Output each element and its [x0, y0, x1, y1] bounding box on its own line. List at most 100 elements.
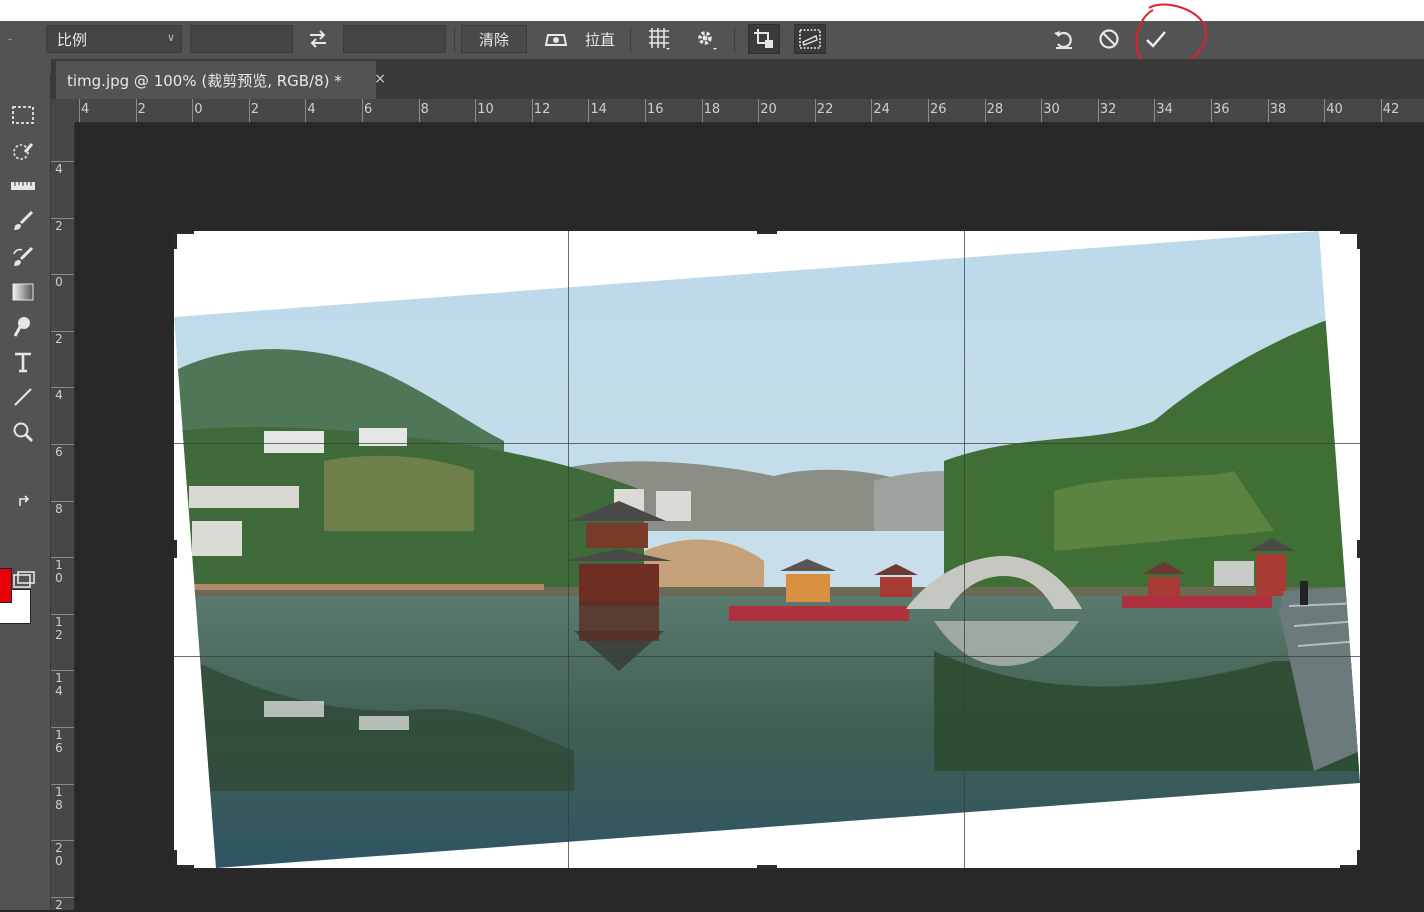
grid-overlay-icon[interactable] — [643, 25, 675, 53]
document-tab[interactable]: timg.jpg @ 100% (裁剪预览, RGB/8) * × — [56, 61, 386, 99]
ruler-tick — [475, 99, 477, 122]
crop-handle-bottom[interactable] — [757, 865, 777, 868]
ruler-tick — [51, 274, 74, 276]
ruler-tick-label: 18 — [703, 102, 721, 117]
ruler-tick — [984, 99, 986, 122]
screen-mode-icon[interactable] — [4, 565, 42, 595]
cancel-icon[interactable] — [1094, 25, 1124, 53]
tool-preset-picker[interactable]: - — [0, 25, 20, 53]
ruler-tick-label: 34 — [1156, 102, 1173, 117]
ruler-tick — [51, 161, 74, 162]
content-aware-icon[interactable] — [794, 24, 826, 54]
delete-cropped-icon[interactable] — [748, 24, 780, 54]
width-field[interactable] — [190, 25, 293, 53]
ruler-tick — [51, 330, 74, 332]
ruler-tick-label: 0 — [55, 275, 63, 290]
gradient-tool-icon[interactable] — [4, 277, 42, 307]
clear-button-label: 清除 — [478, 30, 509, 49]
document-tab-title: timg.jpg @ 100% (裁剪预览, RGB/8) * — [67, 71, 342, 90]
ruler-tick — [701, 99, 703, 122]
ruler-tick — [1041, 99, 1043, 122]
ruler-tick — [362, 99, 363, 122]
ruler-tick-label: 10 — [477, 102, 494, 117]
ruler-tick — [51, 444, 74, 445]
crop-grid-line — [964, 231, 965, 868]
ruler-origin[interactable] — [51, 99, 75, 123]
swap-icon[interactable] — [303, 25, 333, 53]
ruler-tick — [814, 99, 816, 122]
crop-handle-bottom-left[interactable] — [174, 865, 194, 868]
ruler-tick — [1154, 99, 1156, 122]
crop-grid-line — [174, 443, 1360, 444]
crop-preview[interactable] — [174, 231, 1360, 868]
vertical-ruler[interactable]: 4 2 0 2 4 6 8 10 12 14 16 18 20 2 — [51, 123, 75, 911]
ruler-tick-label: 4 — [55, 162, 63, 176]
ruler-tick — [1211, 99, 1212, 122]
ruler-tick — [51, 217, 74, 219]
clear-button[interactable]: 清除 — [461, 25, 527, 53]
chevron-down-icon: ∨ — [166, 31, 175, 44]
crop-handle-bottom-right[interactable] — [1357, 850, 1360, 868]
crop-handle-bottom-left[interactable] — [174, 850, 177, 868]
ruler-tick-label: 30 — [1043, 102, 1060, 117]
marquee-tool-icon[interactable] — [4, 100, 42, 130]
ruler-tick — [51, 500, 74, 502]
separator — [630, 27, 631, 53]
options-bar: - 比例 ∨ 清除 拉直 — [0, 21, 1424, 60]
ruler-tick-label: 20 — [55, 841, 63, 869]
crop-handle-top[interactable] — [757, 231, 777, 234]
ruler-tick-label: 0 — [194, 102, 203, 117]
ruler-tick-label: 2 — [250, 102, 260, 117]
ruler-tick — [51, 840, 74, 842]
ruler-tick — [51, 896, 74, 898]
dodge-tool-icon[interactable] — [4, 312, 42, 342]
ruler-tick — [135, 99, 137, 122]
settings-gear-icon[interactable] — [690, 25, 722, 53]
ruler-tick — [51, 387, 74, 389]
brush-tool-icon[interactable] — [4, 206, 42, 236]
window-top-strip — [0, 0, 1424, 21]
ruler-tick — [1324, 99, 1326, 122]
ruler-tick-label: 16 — [647, 102, 664, 117]
type-tool-icon[interactable] — [4, 347, 42, 377]
ruler-tick-label: 14 — [55, 671, 63, 699]
ruler-tick — [645, 99, 646, 122]
ruler-tick-label: 8 — [420, 102, 429, 117]
crop-handle-top-left[interactable] — [174, 231, 177, 249]
photo-image — [174, 231, 1360, 868]
swap-colors-icon[interactable] — [10, 492, 40, 512]
ruler-tick — [758, 99, 760, 122]
ruler-tool-icon[interactable] — [4, 171, 42, 201]
ruler-tick-label: 22 — [816, 102, 834, 117]
crop-handle-right[interactable] — [1357, 540, 1360, 558]
ruler-tick — [51, 783, 74, 785]
separator — [734, 27, 735, 53]
ruler-tick — [192, 99, 194, 122]
straighten-button[interactable]: 拉直 — [580, 25, 620, 53]
close-icon[interactable]: × — [374, 71, 386, 87]
horizontal-ruler[interactable]: 4 2 0 2 4 6 8 10 12 14 16 18 20 22 24 26 28 30 32 34 36 38 40 4… — [51, 99, 1424, 123]
ruler-tick-label: 6 — [55, 445, 63, 459]
height-field[interactable] — [343, 25, 446, 53]
crop-grid-line — [568, 231, 569, 868]
quick-selection-tool-icon[interactable] — [4, 136, 42, 166]
zoom-tool-icon[interactable] — [4, 417, 42, 447]
ruler-tick-label: 4 — [307, 102, 316, 117]
crop-handle-left[interactable] — [174, 540, 177, 558]
ruler-tick-label: 14 — [590, 102, 607, 117]
crop-handle-top-left[interactable] — [174, 231, 194, 234]
ruler-tick-label: 8 — [55, 501, 63, 516]
reset-icon[interactable] — [1049, 25, 1079, 53]
ruler-tick — [51, 727, 74, 728]
ruler-tick — [418, 99, 420, 122]
history-brush-tool-icon[interactable] — [4, 242, 42, 272]
level-icon[interactable] — [541, 25, 571, 53]
ruler-tick-label: 20 — [760, 102, 777, 117]
crop-handle-top-right[interactable] — [1357, 231, 1360, 249]
separator — [454, 27, 455, 53]
ruler-tick — [51, 613, 74, 615]
ratio-select[interactable]: 比例 ∨ — [46, 25, 182, 53]
line-tool-icon[interactable] — [4, 382, 42, 412]
ruler-tick-label: 2 — [55, 331, 63, 346]
ratio-select-label: 比例 — [57, 30, 88, 49]
